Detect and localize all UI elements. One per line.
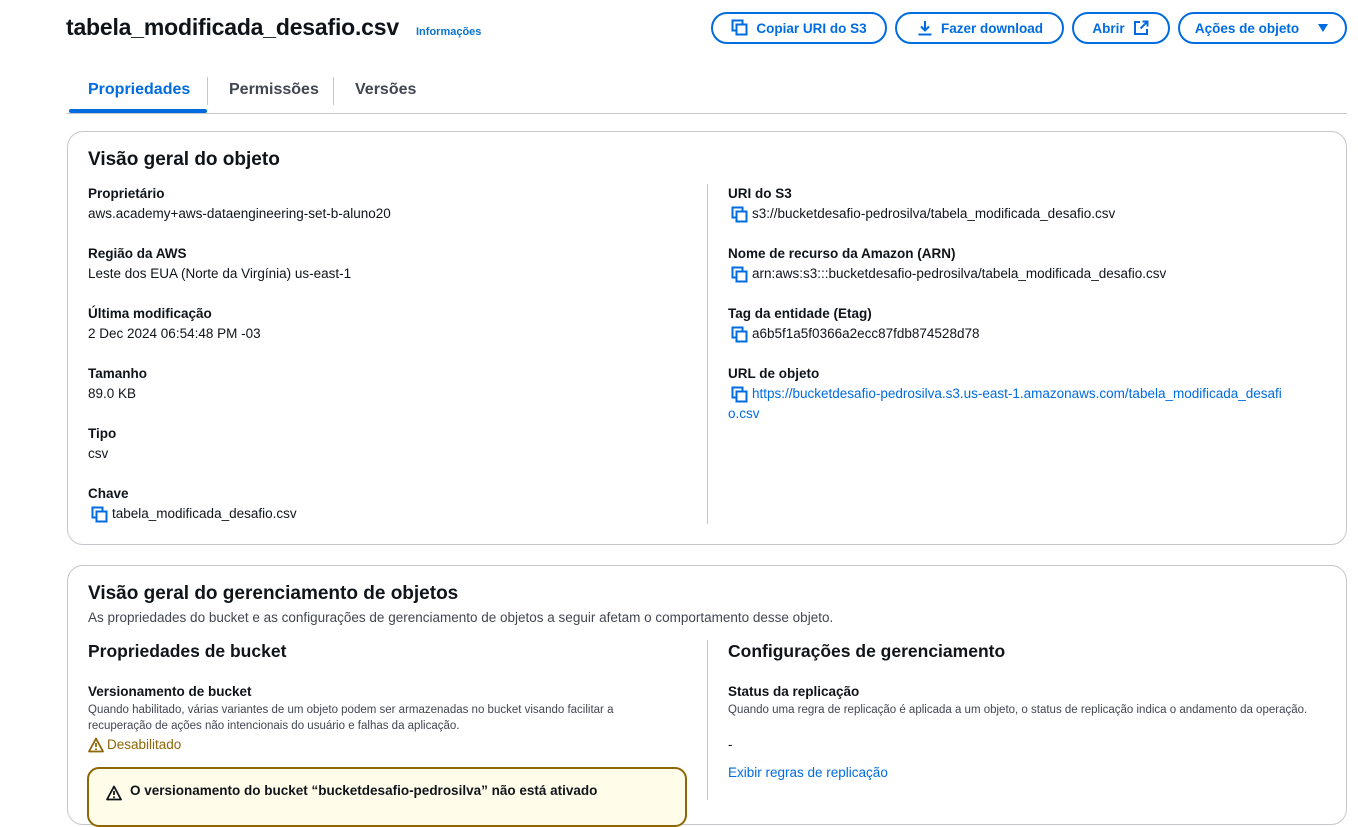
type-label: Tipo [88,426,117,441]
column-divider [707,184,708,524]
info-link[interactable]: Informações [416,26,481,38]
object-overview-title: Visão geral do objeto [88,149,280,170]
management-subtitle: As propriedades do bucket e as configura… [88,610,834,625]
copy-s3-uri-label: Copiar URI do S3 [756,20,867,36]
object-url-link-continued[interactable]: o.csv [728,406,760,421]
view-replication-rules-link[interactable]: Exibir regras de replicação [728,765,888,780]
region-label: Região da AWS [88,246,187,261]
tab-divider [207,77,208,105]
s3-uri-label: URI do S3 [728,186,792,201]
bucket-properties-title: Propriedades de bucket [88,641,287,661]
warning-icon [88,737,104,753]
management-title: Visão geral do gerenciamento de objetos [88,583,459,604]
management-settings-title: Configurações de gerenciamento [728,641,1006,661]
tab-versions[interactable]: Versões [355,81,416,99]
last-modified-value: 2 Dec 2024 06:54:48 PM -03 [88,326,261,341]
active-tab-indicator [69,109,207,113]
open-label: Abrir [1092,20,1125,36]
copy-arn-icon[interactable] [731,266,749,284]
page-title: tabela_modificada_desafio.csv [66,14,399,40]
copy-icon [731,19,748,36]
bucket-versioning-description: Quando habilitado, várias variantes de u… [88,704,614,732]
object-url-link[interactable]: https://bucketdesafio-pedrosilva.s3.us-e… [752,386,1282,401]
tab-permissions[interactable]: Permissões [229,81,319,99]
etag-value: a6b5f1a5f0366a2ecc87fdb874528d78 [752,326,980,341]
size-label: Tamanho [88,366,148,381]
tab-divider [333,77,334,105]
type-value: csv [88,446,109,461]
etag-label: Tag da entidade (Etag) [728,306,872,321]
caret-down-icon [1318,24,1329,32]
versioning-status: Desabilitado [107,737,182,752]
alert-text: O versionamento do bucket “bucketdesafio… [130,783,598,798]
copy-s3-uri-button[interactable]: Copiar URI do S3 [711,12,887,44]
tabs-baseline [67,113,1347,114]
owner-label: Proprietário [88,186,165,201]
owner-value: aws.academy+aws-dataengineering-set-b-al… [88,206,391,221]
key-label: Chave [88,486,129,501]
download-icon [918,21,932,36]
replication-status-label: Status da replicação [728,684,860,699]
download-button[interactable]: Fazer download [895,12,1064,44]
column-divider [707,640,708,800]
size-value: 89.0 KB [88,386,137,401]
replication-status-description: Quando uma regra de replicação é aplicad… [728,704,1308,716]
copy-s3-uri-icon[interactable] [731,206,749,224]
arn-label: Nome de recurso da Amazon (ARN) [728,246,956,261]
download-label: Fazer download [940,20,1043,36]
alert-warning-icon [106,785,122,801]
bucket-versioning-label: Versionamento de bucket [88,684,252,699]
key-value: tabela_modificada_desafio.csv [112,506,297,521]
tab-properties[interactable]: Propriedades [88,81,190,99]
object-url-label: URL de objeto [728,366,820,381]
object-actions-button[interactable]: Ações de objeto [1178,12,1347,44]
copy-object-url-icon[interactable] [731,386,749,404]
replication-status-value: - [728,737,733,752]
copy-key-icon[interactable] [91,506,109,524]
last-modified-label: Última modificação [88,306,212,321]
region-value: Leste dos EUA (Norte da Virgínia) us-eas… [88,266,352,281]
external-link-icon [1133,20,1149,35]
arn-value: arn:aws:s3:::bucketdesafio-pedrosilva/ta… [752,266,1167,281]
s3-uri-value: s3://bucketdesafio-pedrosilva/tabela_mod… [752,206,1116,221]
open-button[interactable]: Abrir [1072,12,1170,44]
object-actions-label: Ações de objeto [1194,20,1300,36]
copy-etag-icon[interactable] [731,326,749,344]
